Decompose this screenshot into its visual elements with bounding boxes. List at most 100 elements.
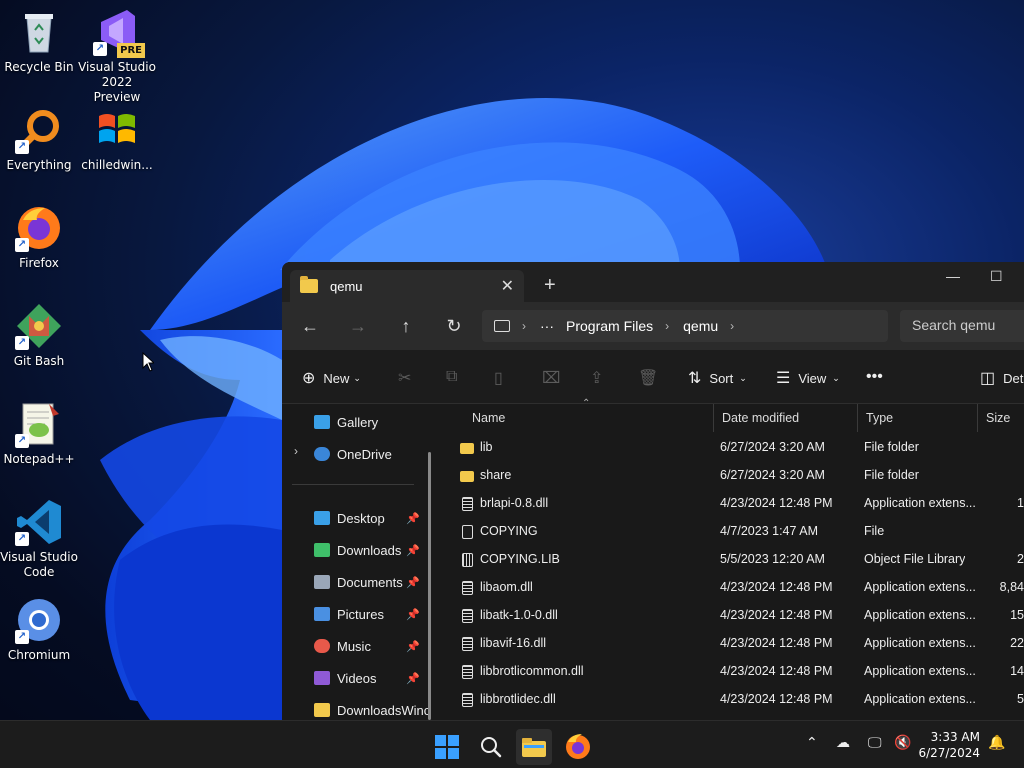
pin-icon[interactable]: 📌 xyxy=(406,672,420,685)
share-icon: ⇪ xyxy=(590,370,604,387)
pin-icon[interactable]: 📌 xyxy=(406,576,420,589)
breadcrumb-program-files[interactable]: Program Files xyxy=(566,318,653,334)
table-row[interactable]: libatk-1.0-0.dll 4/23/2024 12:48 PM Appl… xyxy=(442,602,1024,630)
table-row[interactable]: brlapi-0.8.dll 4/23/2024 12:48 PM Applic… xyxy=(442,490,1024,518)
pin-icon[interactable]: 📌 xyxy=(406,512,420,525)
nav-gallery[interactable]: Gallery xyxy=(314,410,378,434)
details-pane-button[interactable]: ◫Details xyxy=(980,368,1024,388)
desktop-icon-firefox[interactable]: ↗ Firefox xyxy=(0,204,79,271)
back-button[interactable]: ← xyxy=(286,316,334,337)
new-button[interactable]: ⊕ New ⌄ xyxy=(302,368,361,388)
onedrive-offline-icon[interactable]: ☁ xyxy=(836,735,850,751)
nav-downloadswinc[interactable]: DownloadsWinc xyxy=(314,698,430,720)
chevron-right-icon[interactable]: › xyxy=(730,319,734,333)
refresh-button[interactable]: ↻ xyxy=(430,316,478,337)
dll-file-icon xyxy=(462,581,473,595)
file-type: Application extens... xyxy=(864,496,976,510)
table-row[interactable]: COPYING 4/7/2023 1:47 AM File xyxy=(442,518,1024,546)
nav-pictures[interactable]: Pictures xyxy=(314,602,384,626)
nav-scrollbar[interactable] xyxy=(428,452,431,720)
column-header-size[interactable]: Size xyxy=(978,404,1024,432)
maximize-button[interactable]: ☐ xyxy=(990,268,1003,285)
file-date: 4/7/2023 1:47 AM xyxy=(720,524,818,538)
sort-button[interactable]: ⇅ Sort ⌄ xyxy=(688,368,747,388)
file-date: 5/5/2023 12:20 AM xyxy=(720,552,825,566)
search-input[interactable]: Search qemu xyxy=(900,310,1024,342)
search-button[interactable] xyxy=(473,729,509,765)
file-date: 4/23/2024 12:48 PM xyxy=(720,608,833,622)
file-name: libaom.dll xyxy=(480,580,533,594)
delete-button[interactable]: 🗑 xyxy=(638,368,666,388)
desktop-icon-chilledwin[interactable]: chilledwin... xyxy=(77,106,157,173)
divider xyxy=(292,484,414,485)
new-tab-button[interactable]: + xyxy=(544,274,556,297)
breadcrumb-overflow[interactable]: ··· xyxy=(540,318,554,334)
file-date: 4/23/2024 12:48 PM xyxy=(720,692,833,706)
rename-button[interactable]: ⌧ xyxy=(542,368,568,388)
chevron-right-icon[interactable]: › xyxy=(294,444,298,458)
nav-downloads[interactable]: Downloads xyxy=(314,538,401,562)
pin-icon[interactable]: 📌 xyxy=(406,544,420,557)
nav-music[interactable]: Music xyxy=(314,634,371,658)
desktop-icon-recycle-bin[interactable]: Recycle Bin xyxy=(0,8,79,75)
view-button[interactable]: ☰ View ⌄ xyxy=(776,368,840,388)
chevron-right-icon: › xyxy=(522,319,526,333)
close-tab-icon[interactable]: ✕ xyxy=(501,276,514,296)
rename-icon: ⌧ xyxy=(542,370,561,387)
notification-bell-icon[interactable]: 🔔 xyxy=(988,735,1005,751)
desktop-icon-label: Firefox xyxy=(19,256,59,270)
desktop-icon-git-bash[interactable]: ↗ Git Bash xyxy=(0,302,79,369)
shortcut-arrow-icon: ↗ xyxy=(15,434,29,448)
more-options-button[interactable]: ••• xyxy=(866,368,891,386)
nav-videos[interactable]: Videos xyxy=(314,666,377,690)
git-icon: ↗ xyxy=(15,302,63,350)
command-bar: ⊕ New ⌄ ✂ ⧉ ▯ ⌧ ⇪ 🗑 ⇅ Sort ⌄ ☰ View ⌄ ••• ◫ Det… xyxy=(282,350,1024,404)
table-row[interactable]: lib 6/27/2024 3:20 AM File folder xyxy=(442,434,1024,462)
address-bar[interactable]: › ··· Program Files › qemu › xyxy=(482,310,888,342)
table-row[interactable]: libaom.dll 4/23/2024 12:48 PM Applicatio… xyxy=(442,574,1024,602)
forward-button[interactable]: → xyxy=(334,316,382,337)
up-button[interactable]: ↑ xyxy=(382,316,430,337)
share-button[interactable]: ⇪ xyxy=(590,368,611,388)
vscode-icon: ↗ xyxy=(15,498,63,546)
clock-date: 6/27/2024 xyxy=(918,746,980,760)
nav-documents[interactable]: Documents xyxy=(314,570,403,594)
desktop-icon-everything[interactable]: ↗ Everything xyxy=(0,106,79,173)
nav-desktop[interactable]: Desktop xyxy=(314,506,385,530)
pin-icon[interactable]: 📌 xyxy=(406,608,420,621)
minimize-button[interactable]: — xyxy=(946,268,960,284)
desktop-icon-notepad-plus-plus[interactable]: ↗ Notepad++ xyxy=(0,400,79,467)
table-row[interactable]: COPYING.LIB 5/5/2023 12:20 AM Object Fil… xyxy=(442,546,1024,574)
show-hidden-icons-button[interactable]: ⌃ xyxy=(806,735,818,751)
desktop-icon-visual-studio[interactable]: PRE ↗ Visual Studio 2022 Preview xyxy=(77,8,157,105)
file-type: Application extens... xyxy=(864,636,976,650)
pin-icon[interactable]: 📌 xyxy=(406,640,420,653)
file-size: 15 xyxy=(1010,608,1024,622)
table-row[interactable]: libavif-16.dll 4/23/2024 12:48 PM Applic… xyxy=(442,630,1024,658)
column-header-date[interactable]: Date modified xyxy=(714,404,858,432)
tab-qemu[interactable]: qemu ✕ xyxy=(290,270,524,302)
notepad-plus-plus-icon: ↗ xyxy=(15,400,63,448)
cut-button[interactable]: ✂ xyxy=(398,368,419,388)
scissors-icon: ✂ xyxy=(398,370,412,387)
volume-muted-icon[interactable]: 🔇 xyxy=(894,735,911,751)
column-header-type[interactable]: Type xyxy=(858,404,978,432)
table-row[interactable]: libbrotlicommon.dll 4/23/2024 12:48 PM A… xyxy=(442,658,1024,686)
paste-button[interactable]: ▯ xyxy=(494,368,511,388)
table-row[interactable]: share 6/27/2024 3:20 AM File folder xyxy=(442,462,1024,490)
file-date: 4/23/2024 12:48 PM xyxy=(720,664,833,678)
taskbar-file-explorer[interactable] xyxy=(516,729,552,765)
desktop-icon-vscode[interactable]: ↗ Visual Studio Code xyxy=(0,498,79,580)
desktop-icon-chromium[interactable]: ↗ Chromium xyxy=(0,596,79,663)
table-row[interactable]: libbrotlidec.dll 4/23/2024 12:48 PM Appl… xyxy=(442,686,1024,714)
breadcrumb-qemu[interactable]: qemu xyxy=(683,318,718,334)
taskbar-firefox[interactable] xyxy=(560,729,596,765)
network-icon[interactable]: 🖵 xyxy=(868,735,882,751)
desktop-icon-label: Visual Studio Code xyxy=(0,550,78,579)
column-header-name[interactable]: Name xyxy=(464,404,714,432)
start-button[interactable] xyxy=(429,729,465,765)
copy-button[interactable]: ⧉ xyxy=(446,368,465,386)
system-clock[interactable]: 3:33 AM 6/27/2024 xyxy=(918,729,980,761)
file-type: Application extens... xyxy=(864,664,976,678)
nav-onedrive[interactable]: OneDrive xyxy=(314,442,392,466)
